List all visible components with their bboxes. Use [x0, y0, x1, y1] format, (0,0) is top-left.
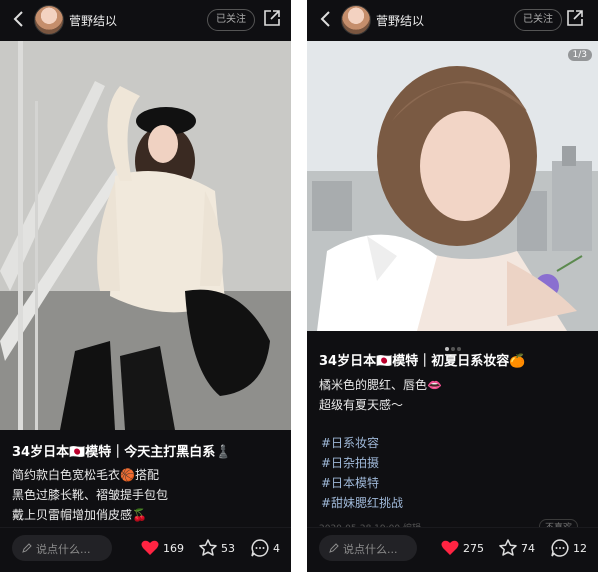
comment-placeholder: 说点什么... — [343, 543, 398, 556]
comment-button[interactable]: 4 — [250, 538, 286, 558]
follow-button[interactable]: 已关注 — [514, 9, 562, 31]
comment-placeholder: 说点什么... — [36, 543, 91, 556]
comment-input[interactable]: 说点什么... — [12, 535, 112, 561]
page-indicator: 1/3 — [567, 49, 592, 61]
user-name[interactable]: 菅野结以 — [376, 12, 424, 29]
post-photo[interactable] — [0, 41, 291, 430]
hashtag-3[interactable]: #日本模特 — [321, 474, 379, 491]
like-count: 169 — [163, 542, 184, 555]
top-bar: 菅野结以 已关注 — [307, 0, 598, 40]
comment-count: 4 — [273, 542, 280, 555]
follow-button[interactable]: 已关注 — [207, 9, 255, 31]
post-body-line-1: 橘米色的腮红、唇色👄 — [319, 378, 442, 392]
hashtag-4[interactable]: #甜妹腮红挑战 — [321, 494, 403, 511]
post-body-line-2: 超级有夏天感～ — [319, 398, 404, 412]
star-icon — [199, 539, 217, 556]
post-body-line-1: 简约款白色宽松毛衣🏀搭配 — [12, 468, 159, 482]
star-icon — [499, 539, 517, 556]
like-button[interactable]: 169 — [140, 538, 186, 558]
hashtag-1[interactable]: #日系妆容 — [321, 434, 379, 451]
hashtag-2[interactable]: #日杂拍摄 — [321, 454, 379, 471]
model-photo-illustration — [0, 41, 291, 430]
post-body-line-2: 黑色过膝长靴、褶皱提手包包 — [12, 488, 169, 502]
comment-button[interactable]: 12 — [550, 538, 594, 558]
pen-icon — [329, 543, 339, 553]
pen-icon — [22, 543, 32, 553]
bottom-action-bar: 说点什么... 275 74 12 — [307, 527, 598, 572]
like-button[interactable]: 275 — [440, 538, 488, 558]
top-bar: 菅野结以 已关注 — [0, 0, 291, 40]
favorite-button[interactable]: 74 — [498, 538, 538, 558]
favorite-count: 74 — [521, 542, 535, 555]
comment-bubble-icon — [551, 539, 569, 557]
share-icon[interactable] — [565, 8, 585, 28]
bottom-action-bar: 说点什么... 169 53 4 — [0, 527, 291, 572]
post-title: 34岁日本🇯🇵模特｜初夏日系妆容🍊 — [319, 354, 526, 369]
left-post-screen: 菅野结以 已关注 34岁日本🇯🇵模特｜今天主打黑白系♟️ 简约款白色宽松毛衣🏀搭… — [0, 0, 291, 572]
avatar[interactable] — [341, 5, 371, 35]
favorite-button[interactable]: 53 — [198, 538, 238, 558]
model-photo-illustration — [307, 41, 598, 331]
comment-count: 12 — [573, 542, 587, 555]
share-icon[interactable] — [262, 8, 282, 28]
heart-icon — [441, 540, 459, 555]
right-post-screen: 菅野结以 已关注 1/3 34岁日本🇯🇵模特｜初夏日系妆容🍊 橘米色的腮红、唇色… — [307, 0, 598, 572]
comment-bubble-icon — [251, 539, 269, 557]
post-title: 34岁日本🇯🇵模特｜今天主打黑白系♟️ — [12, 445, 232, 460]
post-body-line-3: 戴上贝雷帽增加俏皮感🍒 — [12, 508, 147, 522]
post-photo[interactable]: 1/3 — [307, 41, 598, 331]
like-count: 275 — [463, 542, 484, 555]
user-name[interactable]: 菅野结以 — [69, 12, 117, 29]
favorite-count: 53 — [221, 542, 235, 555]
heart-icon — [141, 540, 159, 555]
avatar[interactable] — [34, 5, 64, 35]
back-arrow-icon[interactable] — [317, 9, 335, 29]
back-arrow-icon[interactable] — [10, 9, 28, 29]
comment-input[interactable]: 说点什么... — [319, 535, 417, 561]
